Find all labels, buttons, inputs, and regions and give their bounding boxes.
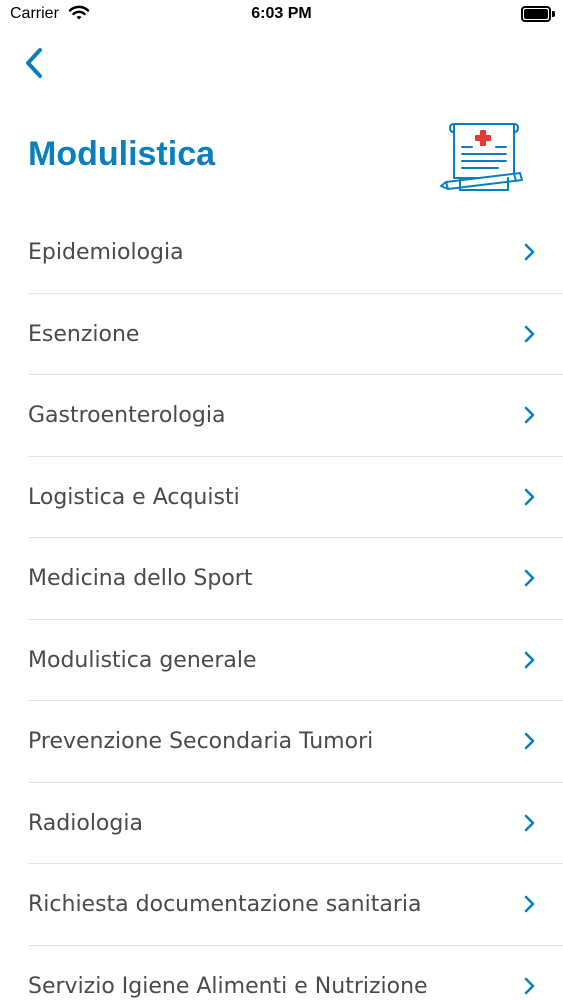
list-item-label: Prevenzione Secondaria Tumori — [28, 729, 374, 754]
chevron-right-icon — [524, 243, 535, 261]
chevron-right-icon — [524, 488, 535, 505]
chevron-right-icon — [524, 569, 535, 587]
page-title: Modulistica — [28, 135, 216, 173]
chevron-right-icon — [524, 651, 535, 668]
list-item-label: Logistica e Acquisti — [28, 484, 240, 510]
list-item-label: Gastroenterologia — [28, 403, 226, 428]
list-item-igiene-alimenti[interactable]: Servizio Igiene Alimenti e Nutrizione — [0, 946, 563, 1000]
list-item-epidemiologia[interactable]: Epidemiologia — [0, 212, 563, 294]
list-item-gastroenterologia[interactable]: Gastroenterologia — [0, 375, 563, 457]
list-item-label: Richiesta documentazione sanitaria — [28, 892, 422, 917]
list-item-label: Medicina dello Sport — [28, 566, 253, 591]
clock: 6:03 PM — [251, 5, 312, 22]
forms-category-list: Epidemiologia Esenzione Gastroenterologi… — [0, 212, 563, 1000]
list-item-logistica[interactable]: Logistica e Acquisti — [0, 457, 563, 538]
list-item-radiologia[interactable]: Radiologia — [0, 783, 563, 864]
chevron-right-icon — [524, 732, 535, 750]
list-item-label: Esenzione — [28, 321, 140, 347]
list-item-label: Radiologia — [28, 810, 143, 836]
chevron-right-icon — [524, 977, 535, 994]
list-item-esenzione[interactable]: Esenzione — [0, 294, 563, 375]
chevron-right-icon — [524, 406, 535, 424]
list-item-label: Servizio Igiene Alimenti e Nutrizione — [28, 973, 428, 999]
list-item-modulistica-generale[interactable]: Modulistica generale — [0, 620, 563, 701]
status-bar: Carrier 6:03 PM — [0, 0, 563, 30]
list-item-label: Epidemiologia — [28, 240, 184, 265]
chevron-right-icon — [524, 895, 535, 913]
battery-icon — [521, 6, 555, 22]
screen: Carrier 6:03 PM Modulistica Epidemiologi… — [0, 0, 563, 1000]
list-item-prevenzione-tumori[interactable]: Prevenzione Secondaria Tumori — [0, 701, 563, 783]
chevron-left-icon — [26, 48, 42, 78]
chevron-right-icon — [524, 814, 535, 831]
list-item-label: Modulistica generale — [28, 647, 257, 673]
list-item-documentazione-sanitaria[interactable]: Richiesta documentazione sanitaria — [0, 864, 563, 946]
chevron-right-icon — [524, 325, 535, 342]
back-button[interactable] — [20, 44, 50, 84]
list-item-medicina-sport[interactable]: Medicina dello Sport — [0, 538, 563, 620]
medical-document-icon — [438, 118, 528, 198]
